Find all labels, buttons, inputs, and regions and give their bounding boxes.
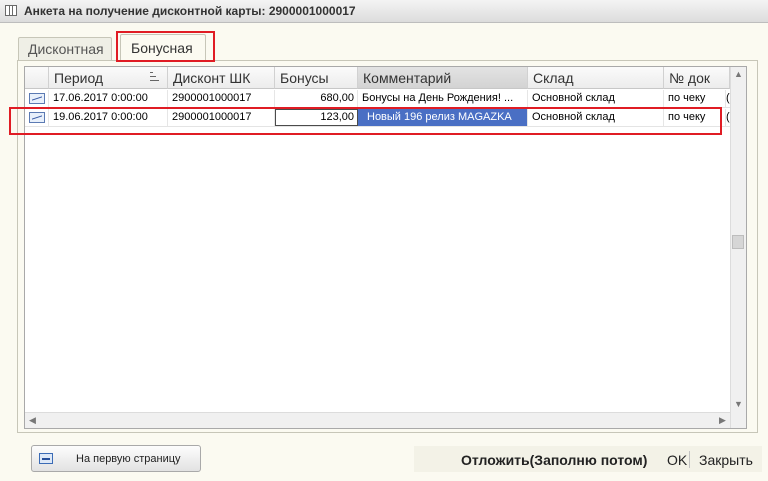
first-page-button[interactable]: На первую страницу — [31, 445, 201, 472]
sort-ascending-icon — [150, 72, 159, 81]
cell-bonus[interactable]: 680,00 — [275, 90, 358, 107]
column-header-period[interactable]: Период — [49, 67, 168, 89]
table-row[interactable]: 17.06.2017 0:00:00 2900001000017 680,00 … — [25, 90, 730, 108]
back-arrow-icon — [39, 453, 53, 464]
tab-discount[interactable]: Дисконтная — [18, 37, 112, 60]
row-icon-cell — [25, 109, 49, 126]
bonus-table: Период Дисконт ШК Бонусы Комментарий Скл… — [24, 66, 747, 429]
register-record-icon — [29, 112, 45, 123]
cell-period[interactable]: 17.06.2017 0:00:00 — [49, 90, 168, 107]
postpone-button[interactable]: Отложить(Заполню потом) — [461, 452, 647, 468]
column-header-period-label: Период — [54, 70, 104, 86]
scroll-right-icon[interactable]: ▶ — [715, 413, 730, 428]
table-row-selected[interactable]: 19.06.2017 0:00:00 2900001000017 123,00 … — [25, 109, 730, 127]
cell-warehouse[interactable]: Основной склад — [528, 109, 664, 126]
cell-discount[interactable]: 2900001000017 — [168, 90, 275, 107]
cell-comment-selected[interactable]: Новый 196 релиз MAGAZKA — [358, 109, 528, 126]
cell-warehouse[interactable]: Основной склад — [528, 90, 664, 107]
register-record-icon — [29, 93, 45, 104]
window-title: Анкета на получение дисконтной карты: 29… — [24, 4, 356, 18]
cell-discount[interactable]: 2900001000017 — [168, 109, 275, 126]
button-separator — [689, 451, 690, 468]
row-icon-cell — [25, 90, 49, 107]
column-header-icon — [25, 67, 49, 89]
tab-bonus[interactable]: Бонусная — [120, 34, 206, 61]
column-header-doc[interactable]: № док — [664, 67, 730, 89]
horizontal-scrollbar[interactable]: ◀ ▶ — [25, 412, 730, 428]
ok-button[interactable]: OK — [667, 452, 687, 468]
scroll-down-icon[interactable]: ▼ — [731, 397, 746, 412]
window-titlebar: Анкета на получение дисконтной карты: 29… — [0, 0, 768, 23]
scroll-up-icon[interactable]: ▲ — [731, 67, 746, 82]
scroll-left-icon[interactable]: ◀ — [25, 413, 40, 428]
cell-comment[interactable]: Бонусы на День Рождения! ... — [358, 90, 528, 107]
close-button[interactable]: Закрыть — [699, 452, 753, 468]
column-header-warehouse[interactable]: Склад — [528, 67, 664, 89]
scroll-thumb[interactable] — [732, 235, 744, 249]
cell-doc[interactable]: по чеку — [664, 90, 726, 107]
column-header-bonus[interactable]: Бонусы — [275, 67, 358, 89]
cell-doc[interactable]: по чеку — [664, 109, 726, 126]
cell-period[interactable]: 19.06.2017 0:00:00 — [49, 109, 168, 126]
column-header-discount[interactable]: Дисконт ШК — [168, 67, 275, 89]
table-form-icon — [5, 5, 17, 16]
column-header-comment[interactable]: Комментарий — [358, 67, 528, 89]
cell-bonus[interactable]: 123,00 — [275, 109, 358, 126]
vertical-scrollbar[interactable]: ▲ ▼ — [730, 67, 746, 428]
first-page-button-label: На первую страницу — [76, 453, 181, 465]
